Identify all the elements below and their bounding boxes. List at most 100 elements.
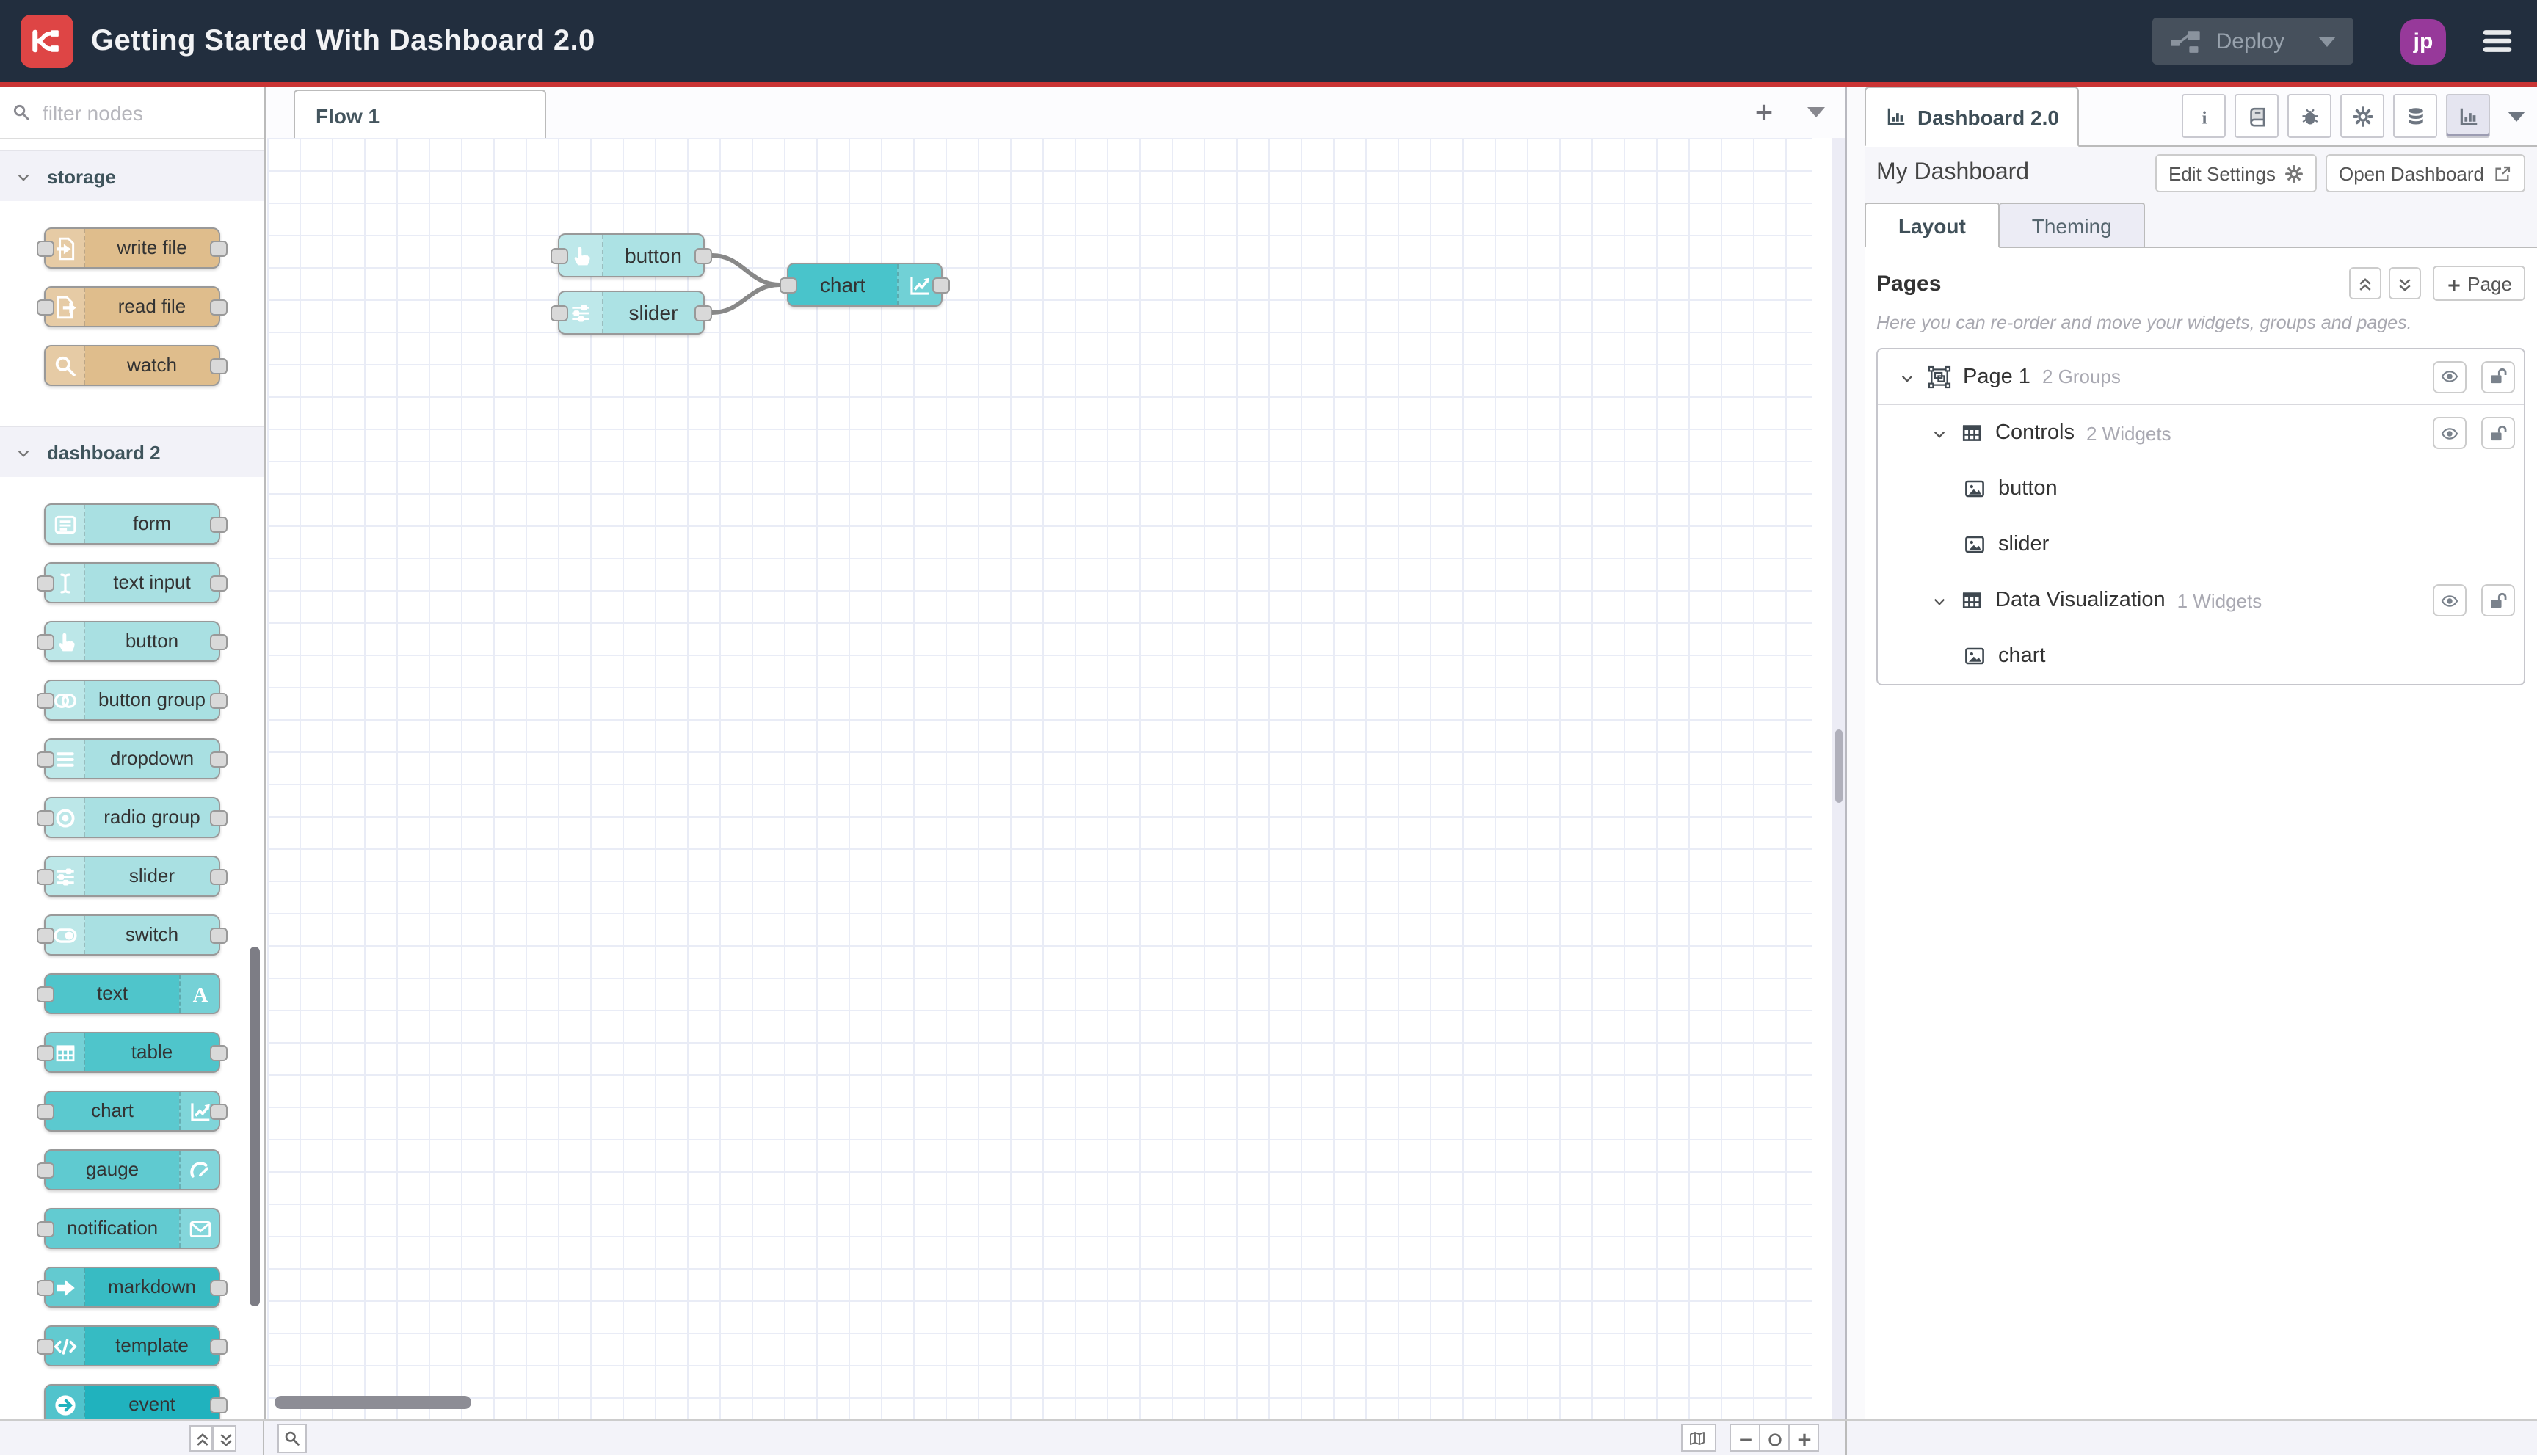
output-port[interactable] [210,1104,228,1120]
palette-expand-all-button[interactable] [213,1424,236,1451]
node-slider[interactable]: slider [551,291,712,335]
input-port[interactable] [37,241,54,257]
node-write-file[interactable]: write file [37,228,228,269]
chevron-down-icon[interactable] [1931,424,1948,442]
visibility-toggle-button[interactable] [2433,360,2467,393]
input-port[interactable] [37,634,54,650]
input-port[interactable] [780,277,797,294]
output-port[interactable] [210,241,228,257]
node-markdown[interactable]: markdown [37,1267,228,1308]
input-port[interactable] [37,693,54,709]
output-port[interactable] [210,517,228,533]
lock-toggle-button[interactable] [2481,417,2515,449]
node-button[interactable]: button [37,621,228,662]
category-header-dashboard-2[interactable]: dashboard 2 [0,427,264,477]
zoom-out-button[interactable] [1730,1424,1760,1452]
output-port[interactable] [210,358,228,374]
node-chart[interactable]: chart [780,263,950,307]
input-port[interactable] [37,1162,54,1179]
edit-settings-button[interactable]: Edit Settings [2155,154,2317,192]
search-flows-button[interactable] [277,1423,307,1452]
output-port[interactable] [210,1397,228,1413]
node-text-input[interactable]: text input [37,562,228,603]
deploy-caret-icon[interactable] [2318,36,2336,46]
node-button[interactable]: button [551,233,712,277]
input-port[interactable] [37,986,54,1002]
tab-layout[interactable]: Layout [1865,203,2000,248]
expand-all-button[interactable] [2388,267,2421,299]
node-chart[interactable]: chart [37,1091,228,1132]
input-port[interactable] [37,575,54,592]
hamburger-menu-icon[interactable] [2478,25,2516,57]
input-port[interactable] [37,1104,54,1120]
tab-theming[interactable]: Theming [1999,203,2146,248]
deploy-button[interactable]: Deploy [2152,18,2353,65]
visibility-toggle-button[interactable] [2433,584,2467,616]
node-text[interactable]: text A [37,973,220,1014]
tree-row-data-visualization[interactable]: Data Visualization 1 Widgets [1878,572,2524,628]
sidebar-splitter[interactable] [1847,87,1865,1421]
chevron-down-icon[interactable] [1898,368,1916,385]
palette-collapse-all-button[interactable] [189,1424,213,1451]
add-flow-button[interactable] [1753,101,1775,123]
output-port[interactable] [932,277,950,294]
visibility-toggle-button[interactable] [2433,417,2467,449]
node-event[interactable]: event [44,1384,228,1421]
config-nodes-button[interactable] [2340,94,2384,138]
input-port[interactable] [37,928,54,944]
chevron-down-icon[interactable] [1931,592,1948,609]
canvas-v-scrollbar-track[interactable] [1832,138,1845,1421]
tree-row-button[interactable]: button [1878,461,2524,517]
output-port[interactable] [210,634,228,650]
context-data-button[interactable] [2393,94,2437,138]
avatar[interactable]: jp [2400,18,2446,64]
node-watch[interactable]: watch [44,345,228,386]
lock-toggle-button[interactable] [2481,360,2515,393]
lock-toggle-button[interactable] [2481,584,2515,616]
node-radio-group[interactable]: radio group [37,797,228,838]
sidebar-tab-dashboard[interactable]: Dashboard 2.0 [1865,87,2080,147]
output-port[interactable] [210,810,228,826]
output-port[interactable] [210,1339,228,1355]
category-header-storage[interactable]: storage [0,151,264,201]
node-read-file[interactable]: read file [37,286,228,327]
sidebar-caret-icon[interactable] [2508,111,2525,121]
node-gauge[interactable]: gauge [37,1149,220,1190]
zoom-reset-button[interactable] [1759,1424,1790,1452]
output-port[interactable] [210,299,228,316]
canvas-v-scrollbar-thumb[interactable] [1835,729,1843,803]
collapse-all-button[interactable] [2348,267,2381,299]
node-form[interactable]: form [44,503,228,545]
palette-scrollbar[interactable] [250,947,260,1306]
flow-list-caret-icon[interactable] [1807,106,1825,117]
output-port[interactable] [210,928,228,944]
dashboard-button[interactable] [2446,94,2490,138]
output-port[interactable] [210,869,228,885]
input-port[interactable] [551,305,568,321]
debug-button[interactable] [2287,94,2331,138]
node-switch[interactable]: switch [37,914,228,956]
navigator-button[interactable] [1681,1424,1716,1452]
node-slider[interactable]: slider [37,856,228,897]
help-docs-button[interactable] [2235,94,2279,138]
flow-canvas[interactable]: button slider chart [266,138,1832,1421]
input-port[interactable] [37,751,54,768]
output-port[interactable] [210,575,228,592]
tree-row-page-1[interactable]: Page 1 2 Groups [1878,349,2524,405]
output-port[interactable] [210,751,228,768]
canvas-h-scrollbar[interactable] [275,1396,471,1409]
output-port[interactable] [210,1045,228,1061]
add-page-button[interactable]: Page [2432,266,2525,301]
search-input[interactable] [40,99,253,125]
input-port[interactable] [551,248,568,264]
tree-row-controls[interactable]: Controls 2 Widgets [1878,405,2524,461]
tab-flow-1[interactable]: Flow 1 [294,90,546,139]
zoom-in-button[interactable] [1788,1424,1819,1452]
tree-row-chart[interactable]: chart [1878,628,2524,684]
output-port[interactable] [210,693,228,709]
node-notification[interactable]: notification [37,1208,220,1249]
node-table[interactable]: table [37,1032,228,1073]
output-port[interactable] [694,248,712,264]
open-dashboard-button[interactable]: Open Dashboard [2325,154,2525,192]
tree-row-slider[interactable]: slider [1878,517,2524,572]
